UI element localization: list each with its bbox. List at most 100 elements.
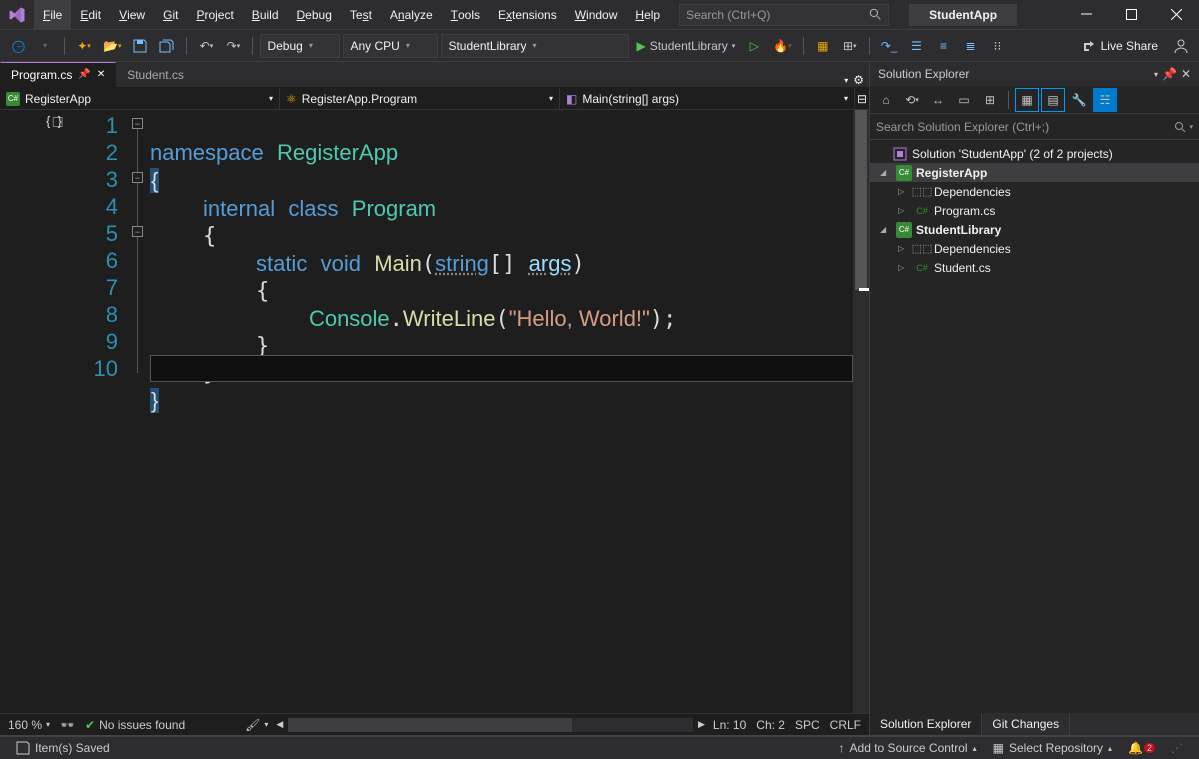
se-preview-icon[interactable]: ▦ — [1015, 88, 1039, 112]
expand-icon[interactable]: ▷ — [898, 263, 910, 272]
fold-icon[interactable]: − — [132, 226, 143, 237]
menu-project[interactable]: Project — [187, 0, 242, 30]
menu-extensions[interactable]: Extensions — [489, 0, 566, 30]
dependencies-icon: ⬚⬚ — [914, 184, 930, 200]
eol-mode[interactable]: CRLF — [830, 718, 861, 732]
new-item-button[interactable]: ✦▾ — [72, 34, 96, 58]
undo-button[interactable]: ↶▾ — [194, 34, 218, 58]
nav-fwd-button[interactable]: ▾ — [33, 34, 57, 58]
menu-help[interactable]: Help — [626, 0, 669, 30]
tab-close-icon[interactable]: ✕ — [97, 69, 105, 80]
code-editor[interactable]: namespace RegisterApp { internal class P… — [150, 110, 853, 713]
start-nodebug-button[interactable]: ▷ — [742, 34, 766, 58]
menu-file[interactable]: File — [34, 0, 71, 30]
tree-file-student[interactable]: ▷ C# Student.cs — [870, 258, 1199, 277]
panel-tab-git-changes[interactable]: Git Changes — [982, 713, 1070, 735]
indent-mode[interactable]: SPC — [795, 718, 820, 732]
brush-icon[interactable]: 🖌 ▾ — [245, 718, 268, 732]
tree-dependencies[interactable]: ▷ ⬚⬚ Dependencies — [870, 239, 1199, 258]
zoom-level[interactable]: 160 % ▾ — [8, 718, 50, 732]
horizontal-scrollbar[interactable]: ◀▶ — [288, 718, 693, 732]
menu-window[interactable]: Window — [566, 0, 627, 30]
minimize-button[interactable] — [1064, 0, 1109, 30]
window-split-button[interactable]: ⊞▾ — [838, 34, 862, 58]
tree-file-program[interactable]: ▷ C# Program.cs — [870, 201, 1199, 220]
tree-solution-root[interactable]: Solution 'StudentApp' (2 of 2 projects) — [870, 144, 1199, 163]
nav-back-button[interactable]: ◯← — [6, 34, 30, 58]
tree-project-studentlibrary[interactable]: ◢ C# StudentLibrary — [870, 220, 1199, 239]
solution-tree[interactable]: Solution 'StudentApp' (2 of 2 projects) … — [870, 140, 1199, 713]
se-view-icon[interactable]: ☵ — [1093, 88, 1117, 112]
tab-student-cs[interactable]: Student.cs — [116, 62, 195, 87]
menu-build[interactable]: Build — [243, 0, 288, 30]
expand-icon[interactable]: ▷ — [898, 206, 910, 215]
panel-close-icon[interactable]: ✕ — [1181, 67, 1191, 81]
tabs-gear-icon[interactable]: ⚙ — [853, 73, 864, 87]
vertical-scrollbar[interactable] — [853, 110, 869, 713]
save-all-button[interactable] — [155, 34, 179, 58]
fold-icon[interactable]: − — [132, 172, 143, 183]
menu-test[interactable]: Test — [341, 0, 381, 30]
indent-less-icon[interactable]: ≡ — [931, 34, 955, 58]
save-button[interactable] — [128, 34, 152, 58]
maximize-button[interactable] — [1109, 0, 1154, 30]
comment-icon[interactable]: ⁝⁝ — [985, 34, 1009, 58]
list-icon[interactable]: ☰ — [904, 34, 928, 58]
fold-icon[interactable]: − — [132, 118, 143, 129]
config-dropdown[interactable]: Debug▾ — [260, 34, 340, 58]
se-showall-icon[interactable]: ⊞ — [978, 88, 1002, 112]
open-button[interactable]: 📂▾ — [99, 34, 125, 58]
indent-more-icon[interactable]: ≣ — [958, 34, 982, 58]
browse-button[interactable]: ▦ — [811, 34, 835, 58]
glasses-icon[interactable]: 👓 — [60, 718, 75, 732]
menu-analyze[interactable]: Analyze — [381, 0, 442, 30]
menu-git[interactable]: Git — [154, 0, 187, 30]
close-button[interactable] — [1154, 0, 1199, 30]
pin-icon[interactable]: 📌 — [1162, 67, 1177, 81]
start-debug-button[interactable]: ▶StudentLibrary▾ — [632, 34, 739, 58]
account-button[interactable] — [1169, 34, 1193, 58]
se-properties-icon[interactable]: 🔧 — [1067, 88, 1091, 112]
fold-margin[interactable]: − − − — [130, 110, 150, 713]
nav-project-dropdown[interactable]: C# RegisterApp▾ — [0, 88, 280, 109]
nav-class-dropdown[interactable]: ⚛ RegisterApp.Program▾ — [280, 88, 560, 109]
pin-icon[interactable]: 📌 — [78, 69, 90, 80]
tree-project-registerapp[interactable]: ◢ C# RegisterApp — [870, 163, 1199, 182]
issues-indicator[interactable]: ✔ No issues found — [85, 718, 185, 732]
nav-method-dropdown[interactable]: ◧ Main(string[] args)▾ — [560, 88, 855, 109]
menu-view[interactable]: View — [110, 0, 154, 30]
expand-icon[interactable]: ◢ — [880, 225, 892, 234]
se-back-icon[interactable]: ↔ — [926, 88, 950, 112]
menu-edit[interactable]: Edit — [71, 0, 110, 30]
expand-icon[interactable]: ▷ — [898, 187, 910, 196]
nav-split-icon[interactable]: ⊟ — [855, 92, 869, 106]
tab-label: Program.cs — [11, 68, 72, 82]
redo-button[interactable]: ↷▾ — [221, 34, 245, 58]
expand-icon[interactable]: ▷ — [898, 244, 910, 253]
panel-tab-solution-explorer[interactable]: Solution Explorer — [870, 713, 982, 735]
se-collapse-icon[interactable]: ▤ — [1041, 88, 1065, 112]
global-search[interactable]: Search (Ctrl+Q) — [679, 4, 889, 26]
step-over-icon[interactable]: ↷_ — [877, 34, 902, 58]
search-placeholder: Search (Ctrl+Q) — [686, 8, 770, 22]
panel-options-icon[interactable]: ▾ — [1154, 70, 1158, 79]
expand-icon[interactable]: ◢ — [880, 168, 892, 177]
live-share-button[interactable]: Live Share — [1074, 34, 1166, 58]
solution-search[interactable]: Search Solution Explorer (Ctrl+;) ▾ — [870, 114, 1199, 140]
hot-reload-button[interactable]: 🔥▾ — [769, 34, 795, 58]
platform-dropdown[interactable]: Any CPU▾ — [343, 34, 438, 58]
status-notifications[interactable]: 🔔2 — [1120, 741, 1163, 755]
menu-debug[interactable]: Debug — [288, 0, 341, 30]
tab-program-cs[interactable]: Program.cs 📌 ✕ — [0, 62, 116, 87]
status-repo[interactable]: ▦ Select Repository ▴ — [985, 741, 1120, 755]
se-filter-icon[interactable]: ▭ — [952, 88, 976, 112]
se-sync-icon[interactable]: ⟲▾ — [900, 88, 924, 112]
se-home-icon[interactable]: ⌂ — [874, 88, 898, 112]
csfile-icon: C# — [914, 203, 930, 219]
tabs-dropdown-icon[interactable]: ▾ — [844, 76, 848, 85]
menu-tools[interactable]: Tools — [442, 0, 489, 30]
tree-dependencies[interactable]: ▷ ⬚⬚ Dependencies — [870, 182, 1199, 201]
status-source-control[interactable]: ↑ Add to Source Control ▴ — [831, 741, 985, 755]
status-resize-grip[interactable]: ⋰ — [1163, 741, 1191, 755]
startup-dropdown[interactable]: StudentLibrary▾ — [441, 34, 629, 58]
